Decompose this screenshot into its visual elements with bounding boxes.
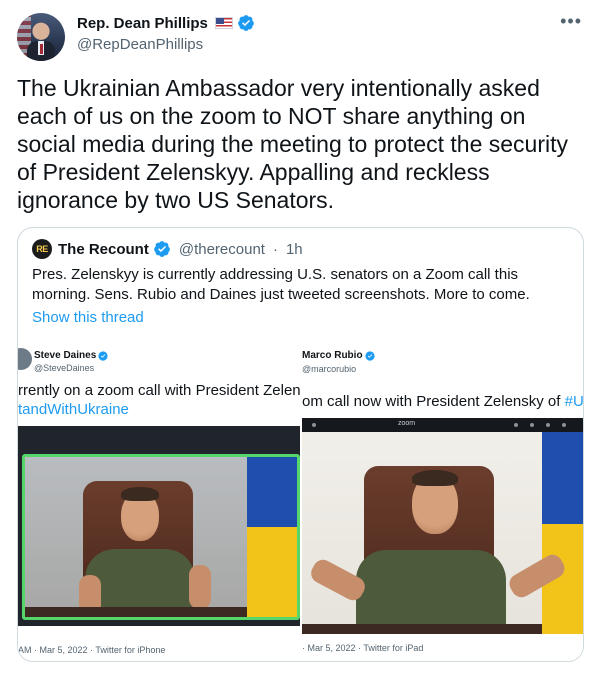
tweet-card[interactable]: Rep. Dean Phillips @RepDeanPhillips ••• …	[0, 0, 604, 675]
zoom-toolbar: zoom	[302, 418, 583, 432]
author-avatar[interactable]	[17, 13, 65, 61]
daines-handle: @SteveDaines	[34, 363, 95, 373]
recount-logo-icon[interactable]: RE	[32, 239, 52, 259]
verified-badge-icon	[364, 350, 375, 361]
daines-hashtag: tandWithUkraine	[18, 401, 129, 418]
quoted-tweet-header: RE The Recount @therecount · 1h	[32, 239, 303, 259]
quoted-author-handle[interactable]: @therecount	[179, 241, 265, 258]
rubio-video-frame: zoom	[302, 418, 583, 634]
daines-footer: AM · Mar 5, 2022 · Twitter for iPhone	[18, 645, 166, 655]
daines-avatar	[18, 348, 32, 370]
quoted-tweet[interactable]: RE The Recount @therecount · 1h Pres. Ze…	[17, 227, 584, 662]
us-flag-icon	[214, 17, 233, 29]
screenshot-daines[interactable]: Steve Daines @SteveDaines rrently on a z…	[18, 340, 300, 661]
show-thread-link[interactable]: Show this thread	[32, 309, 144, 326]
quoted-author-name[interactable]: The Recount	[58, 241, 149, 258]
rubio-tweet-text: om call now with President Zelensky of	[302, 393, 565, 410]
author-name-row[interactable]: Rep. Dean Phillips	[77, 14, 255, 32]
daines-tweet-text: rrently on a zoom call with President Ze…	[18, 382, 300, 399]
rubio-footer: · Mar 5, 2022 · Twitter for iPad	[302, 643, 424, 653]
author-display-name[interactable]: Rep. Dean Phillips	[77, 15, 208, 32]
verified-badge-icon	[237, 15, 254, 31]
daines-name-row: Steve Daines	[34, 350, 108, 361]
tweet-text: The Ukrainian Ambassador very intentiona…	[17, 75, 569, 213]
daines-name: Steve Daines	[34, 350, 97, 361]
verified-badge-icon	[98, 350, 108, 361]
rubio-tweet-text-row: om call now with President Zelensky of #…	[302, 393, 584, 411]
quoted-tweet-text: Pres. Zelenskyy is currently addressing …	[32, 266, 530, 303]
author-handle[interactable]: @RepDeanPhillips	[77, 36, 203, 53]
zoom-label: zoom	[398, 420, 416, 427]
rubio-hashtag: #Uk	[564, 393, 584, 410]
screenshot-rubio[interactable]: Marco Rubio @marcorubio om call now with…	[302, 340, 584, 661]
verified-badge-icon	[153, 241, 170, 257]
more-options-icon[interactable]: •••	[560, 12, 582, 30]
daines-video-frame	[18, 426, 300, 626]
rubio-name-row: Marco Rubio	[302, 350, 375, 361]
zelenskyy-video-tile	[22, 454, 300, 620]
rubio-name: Marco Rubio	[302, 350, 363, 361]
quoted-timestamp[interactable]: 1h	[286, 241, 303, 258]
rubio-handle: @marcorubio	[302, 364, 357, 374]
quoted-separator: ·	[272, 240, 278, 258]
